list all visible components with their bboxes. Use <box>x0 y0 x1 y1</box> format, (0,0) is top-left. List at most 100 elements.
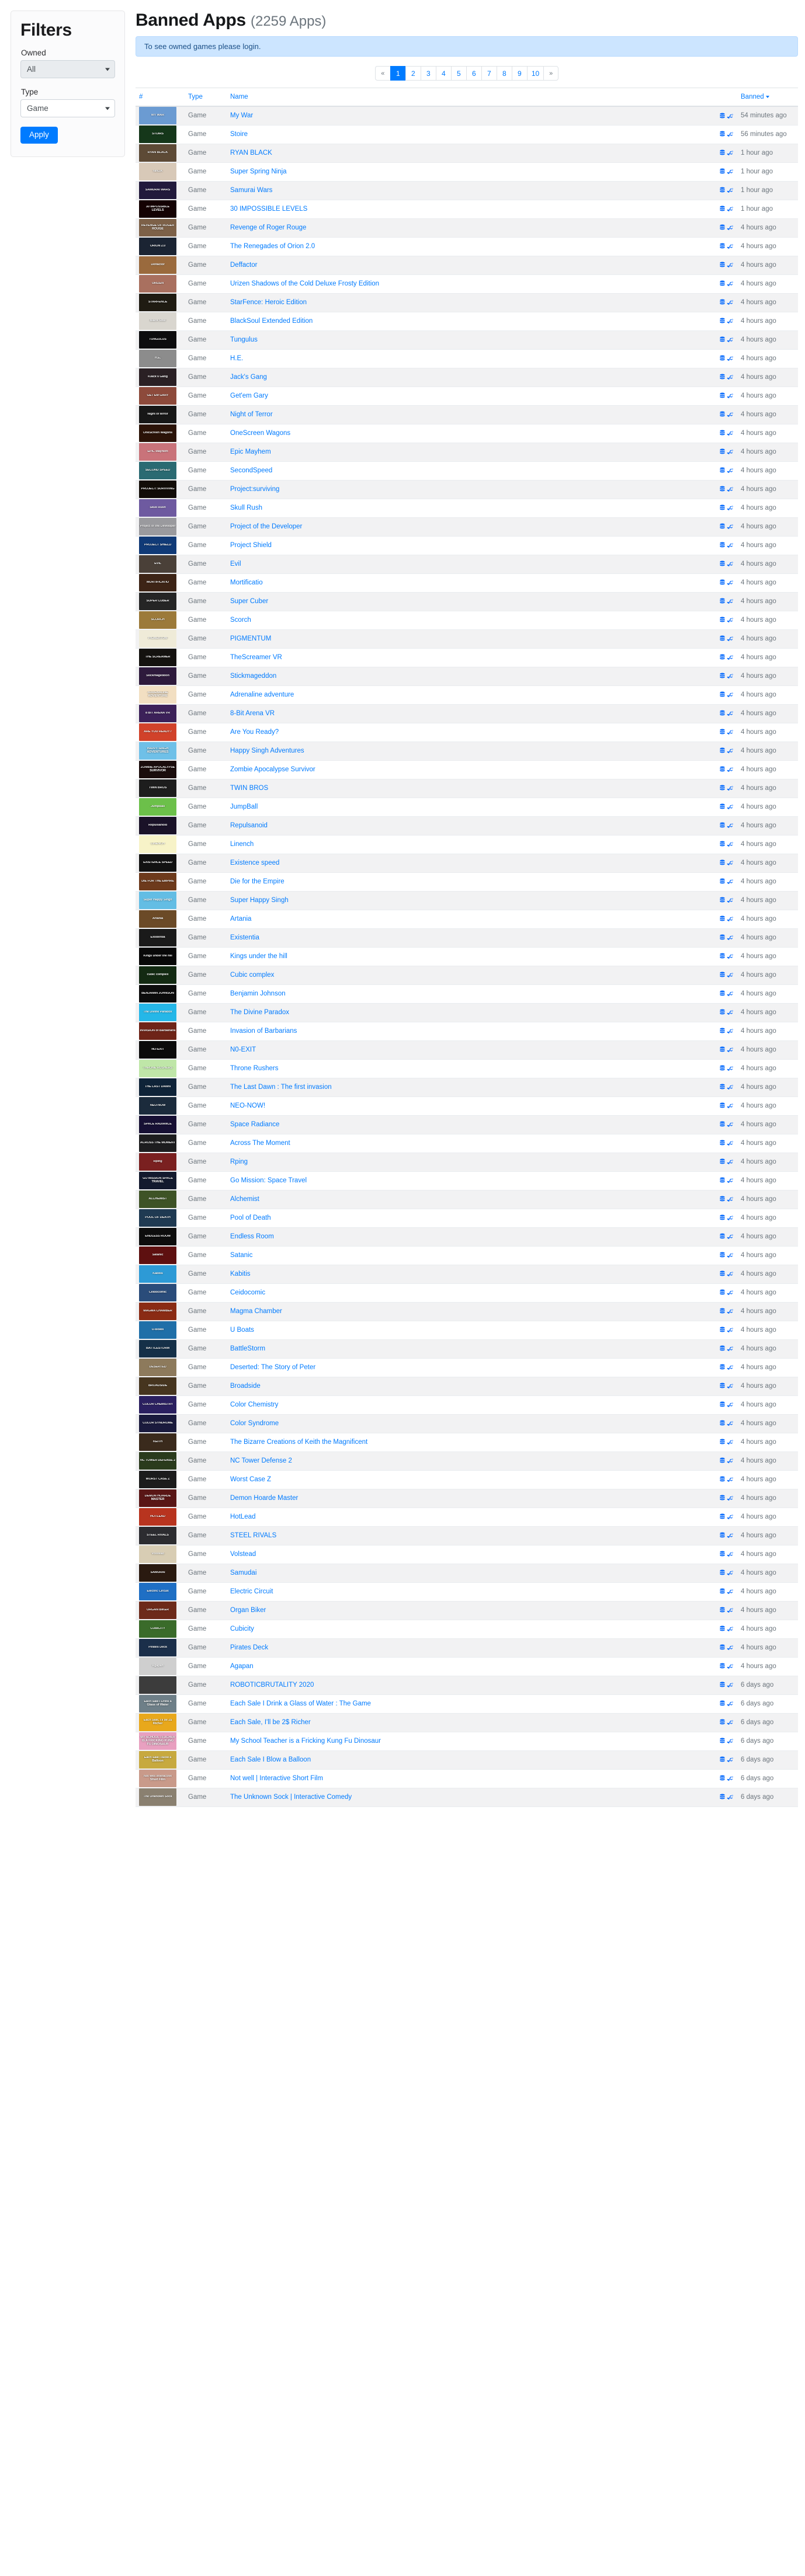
column-header-type[interactable]: Type <box>185 88 227 107</box>
app-thumbnail[interactable]: HAPPY SINGH ADVENTURES <box>139 742 176 760</box>
app-name-link[interactable]: ROBOTICBRUTALITY 2020 <box>230 1682 314 1689</box>
database-icon[interactable] <box>719 1532 726 1538</box>
app-thumbnail[interactable]: U-Boats <box>139 1321 176 1339</box>
steam-icon[interactable] <box>727 1196 734 1202</box>
database-icon[interactable] <box>719 1383 726 1389</box>
app-name-link[interactable]: Throne Rushers <box>230 1065 278 1072</box>
database-icon[interactable] <box>719 1756 726 1763</box>
steam-icon[interactable] <box>727 1158 734 1165</box>
steam-icon[interactable] <box>727 1327 734 1333</box>
app-thumbnail[interactable]: INVASION of Barbarians <box>139 1022 176 1040</box>
app-name-link[interactable]: Artania <box>230 915 251 923</box>
pagination-next[interactable]: » <box>543 66 559 81</box>
steam-icon[interactable] <box>727 934 734 941</box>
app-thumbnail[interactable]: RYAN BLACK <box>139 144 176 162</box>
database-icon[interactable] <box>719 579 726 586</box>
app-name-link[interactable]: Benjamin Johnson <box>230 990 286 997</box>
steam-icon[interactable] <box>727 841 734 847</box>
app-name-link[interactable]: Tungulus <box>230 336 258 343</box>
app-thumbnail[interactable]: GET'EM GARY <box>139 387 176 405</box>
app-name-link[interactable]: Existence speed <box>230 859 279 866</box>
app-thumbnail[interactable]: ADRENALINE ADVENTURE <box>139 686 176 704</box>
app-name-link[interactable]: NEO-NOW! <box>230 1102 265 1109</box>
database-icon[interactable] <box>719 897 726 903</box>
app-thumbnail[interactable]: THE SCREAMER <box>139 649 176 666</box>
steam-icon[interactable] <box>727 1775 734 1781</box>
app-name-link[interactable]: Get'em Gary <box>230 392 268 399</box>
app-name-link[interactable]: Super Cuber <box>230 598 268 605</box>
steam-icon[interactable] <box>727 542 734 548</box>
steam-icon[interactable] <box>727 579 734 586</box>
app-name-link[interactable]: Cubic complex <box>230 972 274 979</box>
database-icon[interactable] <box>719 654 726 660</box>
app-name-link[interactable]: Invasion of Barbarians <box>230 1028 297 1035</box>
app-thumbnail[interactable]: Each Sale I Blow a Balloon <box>139 1751 176 1769</box>
app-thumbnail[interactable]: WORST CASE Z <box>139 1471 176 1488</box>
steam-icon[interactable] <box>727 467 734 474</box>
app-thumbnail[interactable]: Black Soul <box>139 312 176 330</box>
app-thumbnail[interactable]: Rping <box>139 1153 176 1171</box>
database-icon[interactable] <box>719 187 726 193</box>
database-icon[interactable] <box>719 1364 726 1370</box>
database-icon[interactable] <box>719 691 726 698</box>
database-icon[interactable] <box>719 972 726 978</box>
database-icon[interactable] <box>719 1457 726 1464</box>
database-icon[interactable] <box>719 822 726 829</box>
app-name-link[interactable]: Revenge of Roger Rouge <box>230 224 306 231</box>
steam-icon[interactable] <box>727 1495 734 1501</box>
app-name-link[interactable]: Evil <box>230 561 241 568</box>
app-thumbnail[interactable]: 8 BIT ARENA VR <box>139 705 176 722</box>
steam-icon[interactable] <box>727 729 734 735</box>
database-icon[interactable] <box>719 1663 726 1669</box>
app-thumbnail[interactable]: PROJECT SHIELD <box>139 537 176 554</box>
database-icon[interactable] <box>719 374 726 380</box>
app-name-link[interactable]: Happy Singh Adventures <box>230 747 304 754</box>
app-thumbnail[interactable]: GO MISSION SPACE TRAVEL <box>139 1172 176 1189</box>
app-thumbnail[interactable]: Each Sale I Drink a Glass of Water <box>139 1695 176 1712</box>
database-icon[interactable] <box>719 131 726 137</box>
app-thumbnail[interactable]: EXISTENCE SPEED <box>139 854 176 872</box>
steam-icon[interactable] <box>727 1102 734 1109</box>
column-header-banned[interactable]: Banned <box>737 88 798 107</box>
steam-icon[interactable] <box>727 1065 734 1071</box>
database-icon[interactable] <box>719 1775 726 1781</box>
pagination-page-6[interactable]: 6 <box>466 66 481 81</box>
app-name-link[interactable]: Zombie Apocalypse Survivor <box>230 766 315 773</box>
app-thumbnail[interactable]: PIGMENTUM <box>139 630 176 648</box>
database-icon[interactable] <box>719 747 726 754</box>
app-thumbnail[interactable]: SAMURAI WARS <box>139 182 176 199</box>
steam-icon[interactable] <box>727 1794 734 1800</box>
steam-icon[interactable] <box>727 803 734 810</box>
database-icon[interactable] <box>719 224 726 231</box>
app-thumbnail[interactable]: Pirates Deck <box>139 1639 176 1656</box>
app-name-link[interactable]: Broadside <box>230 1383 261 1390</box>
app-name-link[interactable]: NC Tower Defense 2 <box>230 1457 292 1464</box>
app-name-link[interactable]: The Last Dawn : The first invasion <box>230 1084 332 1091</box>
database-icon[interactable] <box>719 1569 726 1576</box>
app-thumbnail[interactable]: REVENGE OF ROGER ROUGE <box>139 219 176 236</box>
app-name-link[interactable]: Super Happy Singh <box>230 897 289 904</box>
steam-icon[interactable] <box>727 1738 734 1744</box>
pagination-page-5[interactable]: 5 <box>450 66 466 81</box>
database-icon[interactable] <box>719 841 726 847</box>
app-name-link[interactable]: BlackSoul Extended Edition <box>230 318 313 325</box>
database-icon[interactable] <box>719 1625 726 1632</box>
steam-icon[interactable] <box>727 1009 734 1015</box>
app-name-link[interactable]: Organ Biker <box>230 1607 266 1614</box>
database-icon[interactable] <box>719 878 726 885</box>
app-name-link[interactable]: Die for the Empire <box>230 878 284 885</box>
database-icon[interactable] <box>719 467 726 474</box>
database-icon[interactable] <box>719 598 726 604</box>
app-name-link[interactable]: BattleStorm <box>230 1345 265 1352</box>
steam-icon[interactable] <box>727 168 734 175</box>
database-icon[interactable] <box>719 1588 726 1595</box>
database-icon[interactable] <box>719 990 726 997</box>
app-thumbnail[interactable]: MY SCHOOL TEACHER IS A FRICKING KUNG FU … <box>139 1732 176 1750</box>
database-icon[interactable] <box>719 149 726 156</box>
steam-icon[interactable] <box>727 691 734 698</box>
app-thumbnail[interactable]: KEITH <box>139 1433 176 1451</box>
steam-icon[interactable] <box>727 262 734 268</box>
database-icon[interactable] <box>719 1196 726 1202</box>
app-name-link[interactable]: Kings under the hill <box>230 953 287 960</box>
pagination-page-2[interactable]: 2 <box>405 66 421 81</box>
